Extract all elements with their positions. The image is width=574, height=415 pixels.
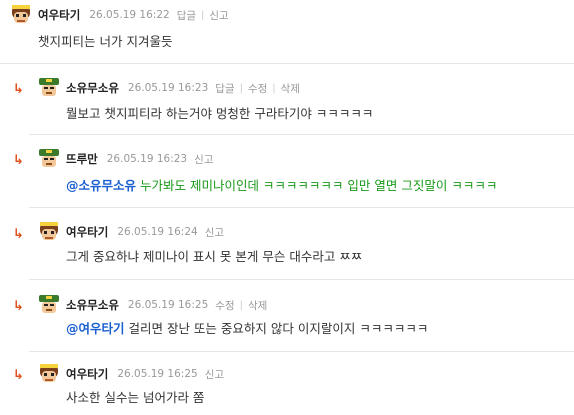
comment-date: 26.05.19 16:25 — [117, 368, 198, 380]
comment-divider — [0, 63, 574, 64]
comment-date: 26.05.19 16:23 — [127, 82, 209, 94]
comment-date: 26.05.19 16:25 — [127, 299, 209, 311]
mention-link[interactable]: @여우타기 — [66, 321, 125, 336]
comment-text-body: 누가봐도 제미나이인데 ㅋㅋㅋㅋㅋㅋㅋ 입만 열면 그짓말이 ㅋㅋㅋㅋ — [136, 178, 498, 193]
action-divider: | — [239, 82, 243, 94]
report-link[interactable]: 신고 — [205, 367, 224, 382]
comment-text: 그게 중요하냐 제미나이 표시 못 본게 무슨 대수라고 ㅉㅉ — [66, 249, 363, 264]
comment-divider — [29, 279, 574, 280]
soldier-avatar-icon[interactable] — [37, 76, 61, 100]
comment-divider — [29, 351, 574, 352]
comment-date: 26.05.19 16:24 — [117, 226, 198, 238]
edit-link[interactable]: 수정 — [215, 298, 234, 313]
soldier-avatar-icon[interactable] — [37, 293, 61, 317]
comment-nickname[interactable]: 여우타기 — [38, 7, 80, 23]
report-link[interactable]: 신고 — [205, 225, 224, 240]
comment-text: @소유무소유 누가봐도 제미나이인데 ㅋㅋㅋㅋㅋㅋㅋ 입만 열면 그짓말이 ㅋㅋ… — [66, 175, 497, 194]
comment-date: 26.05.19 16:23 — [106, 153, 188, 165]
reply-arrow-icon: ↳ — [13, 227, 24, 242]
comment-text: 챗지피티는 너가 지겨울듯 — [38, 34, 173, 49]
edit-link[interactable]: 수정 — [248, 81, 267, 96]
comment-nickname[interactable]: 여우타기 — [66, 366, 108, 382]
comment-nickname[interactable]: 여우타기 — [66, 224, 108, 240]
reply-arrow-icon: ↳ — [13, 368, 24, 383]
reply-link[interactable]: 답글 — [177, 8, 196, 23]
mention-link[interactable]: @소유무소유 — [66, 178, 136, 193]
soldier-avatar-icon[interactable] — [37, 147, 61, 171]
reply-link[interactable]: 답글 — [215, 81, 234, 96]
comment-nickname[interactable]: 뜨루만 — [66, 151, 98, 167]
action-divider: | — [272, 82, 276, 94]
comment-nickname[interactable]: 소유무소유 — [66, 80, 119, 96]
action-divider: | — [201, 9, 205, 21]
reply-arrow-icon: ↳ — [13, 299, 24, 314]
fox-avatar-icon[interactable] — [37, 220, 61, 244]
report-link[interactable]: 신고 — [209, 8, 228, 23]
report-link[interactable]: 신고 — [194, 152, 213, 167]
delete-link[interactable]: 삭제 — [281, 81, 300, 96]
comment-text: 뭘보고 챗지피티라 하는거야 멍청한 구라타기야 ㅋㅋㅋㅋㅋ — [66, 106, 374, 121]
comment-text-body: 걸리면 장난 또는 중요하지 않다 이지랄이지 ㅋㅋㅋㅋㅋㅋ — [124, 321, 429, 336]
reply-arrow-icon: ↳ — [13, 153, 24, 168]
comment-date: 26.05.19 16:22 — [89, 9, 170, 21]
comment-divider — [29, 207, 574, 208]
fox-avatar-icon[interactable] — [9, 3, 33, 27]
comment-divider — [29, 134, 574, 135]
comment-text: @여우타기 걸리면 장난 또는 중요하지 않다 이지랄이지 ㅋㅋㅋㅋㅋㅋ — [66, 318, 428, 337]
comment-text: 사소한 실수는 넘어가라 쫌 — [66, 390, 205, 405]
fox-avatar-icon[interactable] — [37, 362, 61, 386]
comment-nickname[interactable]: 소유무소유 — [66, 297, 119, 313]
action-divider: | — [239, 299, 243, 311]
reply-arrow-icon: ↳ — [13, 82, 24, 97]
delete-link[interactable]: 삭제 — [248, 298, 267, 313]
